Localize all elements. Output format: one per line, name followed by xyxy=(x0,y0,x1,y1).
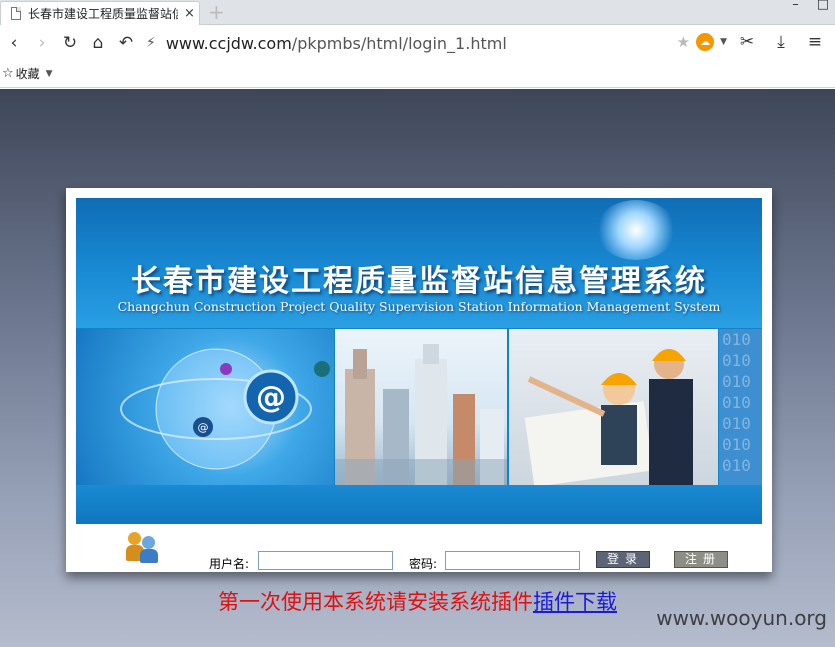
email-globe-icon: @ @ xyxy=(120,348,330,470)
bookmarks-label[interactable]: 收藏 xyxy=(16,65,40,82)
window-controls: – □ xyxy=(792,0,829,12)
plugin-notice-text: 第一次使用本系统请安装系统插件 xyxy=(218,590,533,614)
cloud-sync-icon[interactable]: ☁ xyxy=(696,33,715,51)
login-form: 用户名: 密码: 登录 注册 xyxy=(66,524,772,572)
url-path: /pkpmbs/html/login_1.html xyxy=(291,33,507,53)
chevron-down-icon[interactable]: ▼ xyxy=(720,37,727,47)
banner-title: 长春市建设工程质量监督站信息管理系统 xyxy=(131,264,707,299)
address-bar[interactable]: ⚡ www.ccjdw.com/pkpmbs/html/login_1.html xyxy=(146,34,666,53)
download-icon[interactable]: ⤓ xyxy=(767,28,795,56)
register-button[interactable]: 注册 xyxy=(674,551,728,568)
binary-strip: 010 010 010 010 010 010 010 xyxy=(719,329,762,485)
undo-icon[interactable]: ↶ xyxy=(112,29,140,57)
new-tab-button[interactable]: + xyxy=(208,0,225,24)
bolt-icon: ⚡ xyxy=(146,35,156,51)
back-icon[interactable]: ‹ xyxy=(0,29,28,57)
menu-icon[interactable]: ≡ xyxy=(801,28,829,56)
page-background: 长春市建设工程质量监督站信息管理系统 Changchun Constructio… xyxy=(0,89,835,647)
browser-toolbar: ‹ › ↻ ⌂ ↶ ⚡ www.ccjdw.com/pkpmbs/html/lo… xyxy=(0,26,835,60)
watermark: www.wooyun.org xyxy=(656,606,827,630)
maximize-icon[interactable]: □ xyxy=(817,0,829,12)
tab-close-icon[interactable]: × xyxy=(184,6,195,21)
banner-subtitle: Changchun Construction Project Quality S… xyxy=(117,299,721,314)
banner-footer xyxy=(76,485,762,524)
tab-title: 长春市建设工程质量监督站信 xyxy=(28,7,178,21)
login-button[interactable]: 登录 xyxy=(596,551,650,568)
globe-glow-icon xyxy=(596,200,676,260)
username-input[interactable] xyxy=(258,551,393,570)
reload-icon[interactable]: ↻ xyxy=(56,29,84,57)
globe-image: @ @ xyxy=(76,329,334,485)
skyscrapers-icon xyxy=(335,344,507,485)
document-icon xyxy=(11,7,21,20)
users-icon xyxy=(126,530,158,564)
forward-icon[interactable]: › xyxy=(28,29,56,57)
engineers-icon xyxy=(524,349,693,485)
bookmark-star-icon[interactable]: ★ xyxy=(677,33,690,51)
login-frame: 长春市建设工程质量监督站信息管理系统 Changchun Constructio… xyxy=(66,188,772,572)
svg-text:@: @ xyxy=(198,421,209,434)
tab-active[interactable]: 长春市建设工程质量监督站信 × xyxy=(0,1,200,25)
svg-text:@: @ xyxy=(256,380,286,415)
password-input[interactable] xyxy=(445,551,580,570)
tab-bar: 长春市建设工程质量监督站信 × + – □ xyxy=(0,0,835,25)
banner: 长春市建设工程质量监督站信息管理系统 Changchun Constructio… xyxy=(76,198,762,524)
toolbar-right: ★ ☁ ▼ ✂ ⤓ ≡ xyxy=(677,28,829,56)
username-label: 用户名: xyxy=(209,557,250,571)
password-label: 密码: xyxy=(409,557,438,571)
minimize-icon[interactable]: – xyxy=(792,0,799,12)
home-icon[interactable]: ⌂ xyxy=(84,29,112,57)
engineers-image xyxy=(509,329,718,485)
bookmarks-star-icon: ☆ xyxy=(2,66,14,81)
bookmarks-bar: ☆ 收藏 ▼ xyxy=(0,60,835,88)
city-buildings-image xyxy=(335,329,507,485)
url-host: www.ccjdw.com xyxy=(165,33,292,53)
scissors-icon[interactable]: ✂ xyxy=(733,28,761,56)
bookmarks-chevron-icon[interactable]: ▼ xyxy=(46,69,53,79)
url-text[interactable]: www.ccjdw.com/pkpmbs/html/login_1.html xyxy=(166,34,507,53)
plugin-download-link[interactable]: 插件下载 xyxy=(533,590,617,614)
